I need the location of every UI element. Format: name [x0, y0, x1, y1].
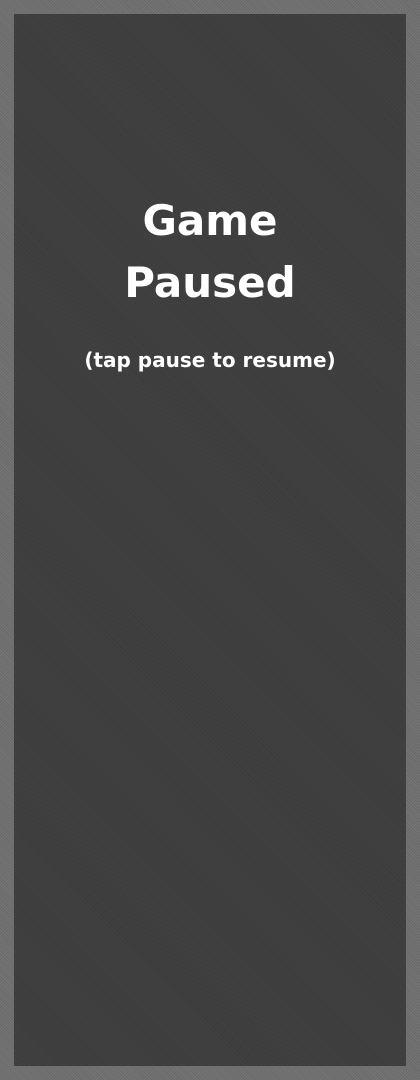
- pause-overlay: Game Paused (tap pause to resume): [14, 14, 406, 1066]
- pause-title-line-game: Game: [142, 196, 278, 245]
- pause-title: Game Paused: [14, 190, 406, 314]
- resume-hint: (tap pause to resume): [84, 348, 336, 372]
- game-frame: Game Paused (tap pause to resume): [0, 0, 420, 1080]
- game-play-area[interactable]: Game Paused (tap pause to resume): [14, 14, 406, 1066]
- pause-title-line-paused: Paused: [124, 258, 296, 307]
